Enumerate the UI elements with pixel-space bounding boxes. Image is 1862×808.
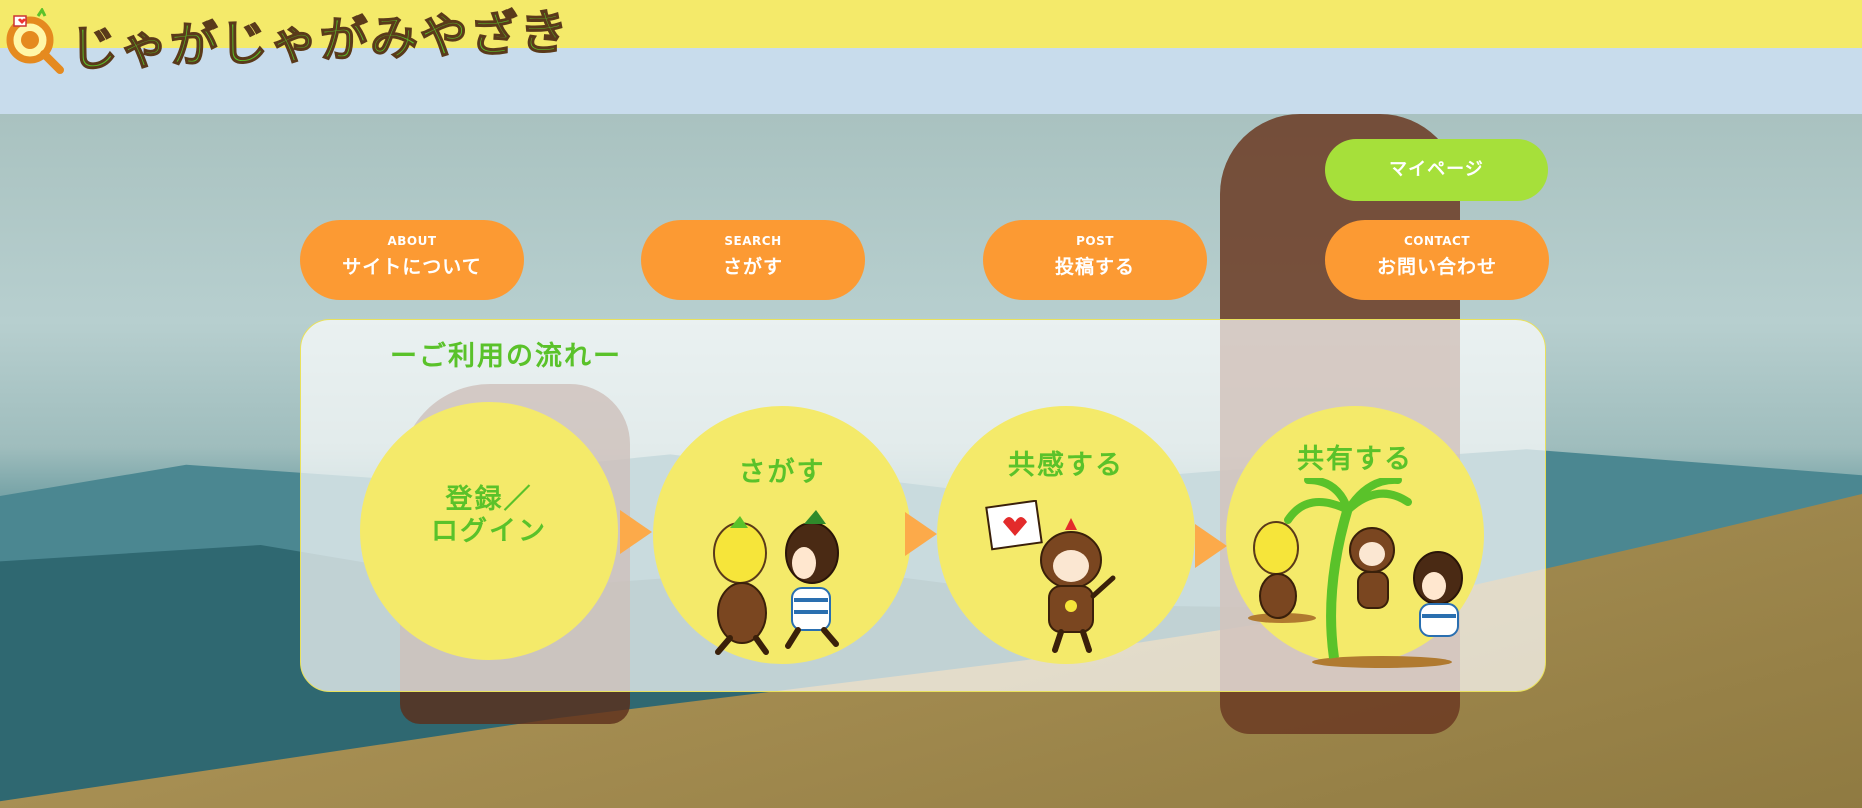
mypage-button[interactable]: マイページ <box>1325 139 1548 201</box>
arrow-right-icon <box>1195 524 1227 568</box>
usage-flow-title: ーご利用の流れー <box>390 341 622 372</box>
nav-contact-button[interactable]: CONTACT お問い合わせ <box>1325 220 1549 300</box>
characters-palm-tree-icon <box>1242 475 1482 672</box>
site-logo[interactable]: じゃがじゃがみやざき <box>4 4 572 79</box>
nav-contact-ja: お問い合わせ <box>1376 256 1497 278</box>
step-empathy-label: 共感する <box>1008 450 1124 481</box>
nav-post-button[interactable]: POST 投稿する <box>983 220 1207 300</box>
arrow-right-icon <box>905 512 937 556</box>
step-share-label: 共有する <box>1297 444 1413 475</box>
nav-search-en: SEARCH <box>724 234 782 248</box>
step-search-label: さがす <box>738 457 826 488</box>
step-register-line1: 登録／ <box>445 484 533 515</box>
character-heart-icon <box>985 499 1135 664</box>
nav-about-button[interactable]: ABOUT サイトについて <box>300 220 524 300</box>
nav-post-en: POST <box>1076 234 1114 248</box>
characters-running-icon <box>700 508 860 662</box>
logo-text: じゃがじゃがみやざき <box>68 4 571 79</box>
nav-search-button[interactable]: SEARCH さがす <box>641 220 865 300</box>
nav-post-ja: 投稿する <box>1054 256 1135 278</box>
arrow-right-icon <box>620 510 652 554</box>
logo-text-label: じゃがじゃがみやざき <box>68 4 571 79</box>
nav-contact-en: CONTACT <box>1403 234 1471 248</box>
step-register-line2: ログイン <box>431 516 547 547</box>
nav-about-ja: サイトについて <box>342 256 482 278</box>
magnifier-logo-icon <box>4 7 64 74</box>
nav-search-ja: さがす <box>722 256 783 278</box>
step-register-label: 登録／ ログイン <box>360 484 618 548</box>
nav-about-en: ABOUT <box>387 234 437 248</box>
